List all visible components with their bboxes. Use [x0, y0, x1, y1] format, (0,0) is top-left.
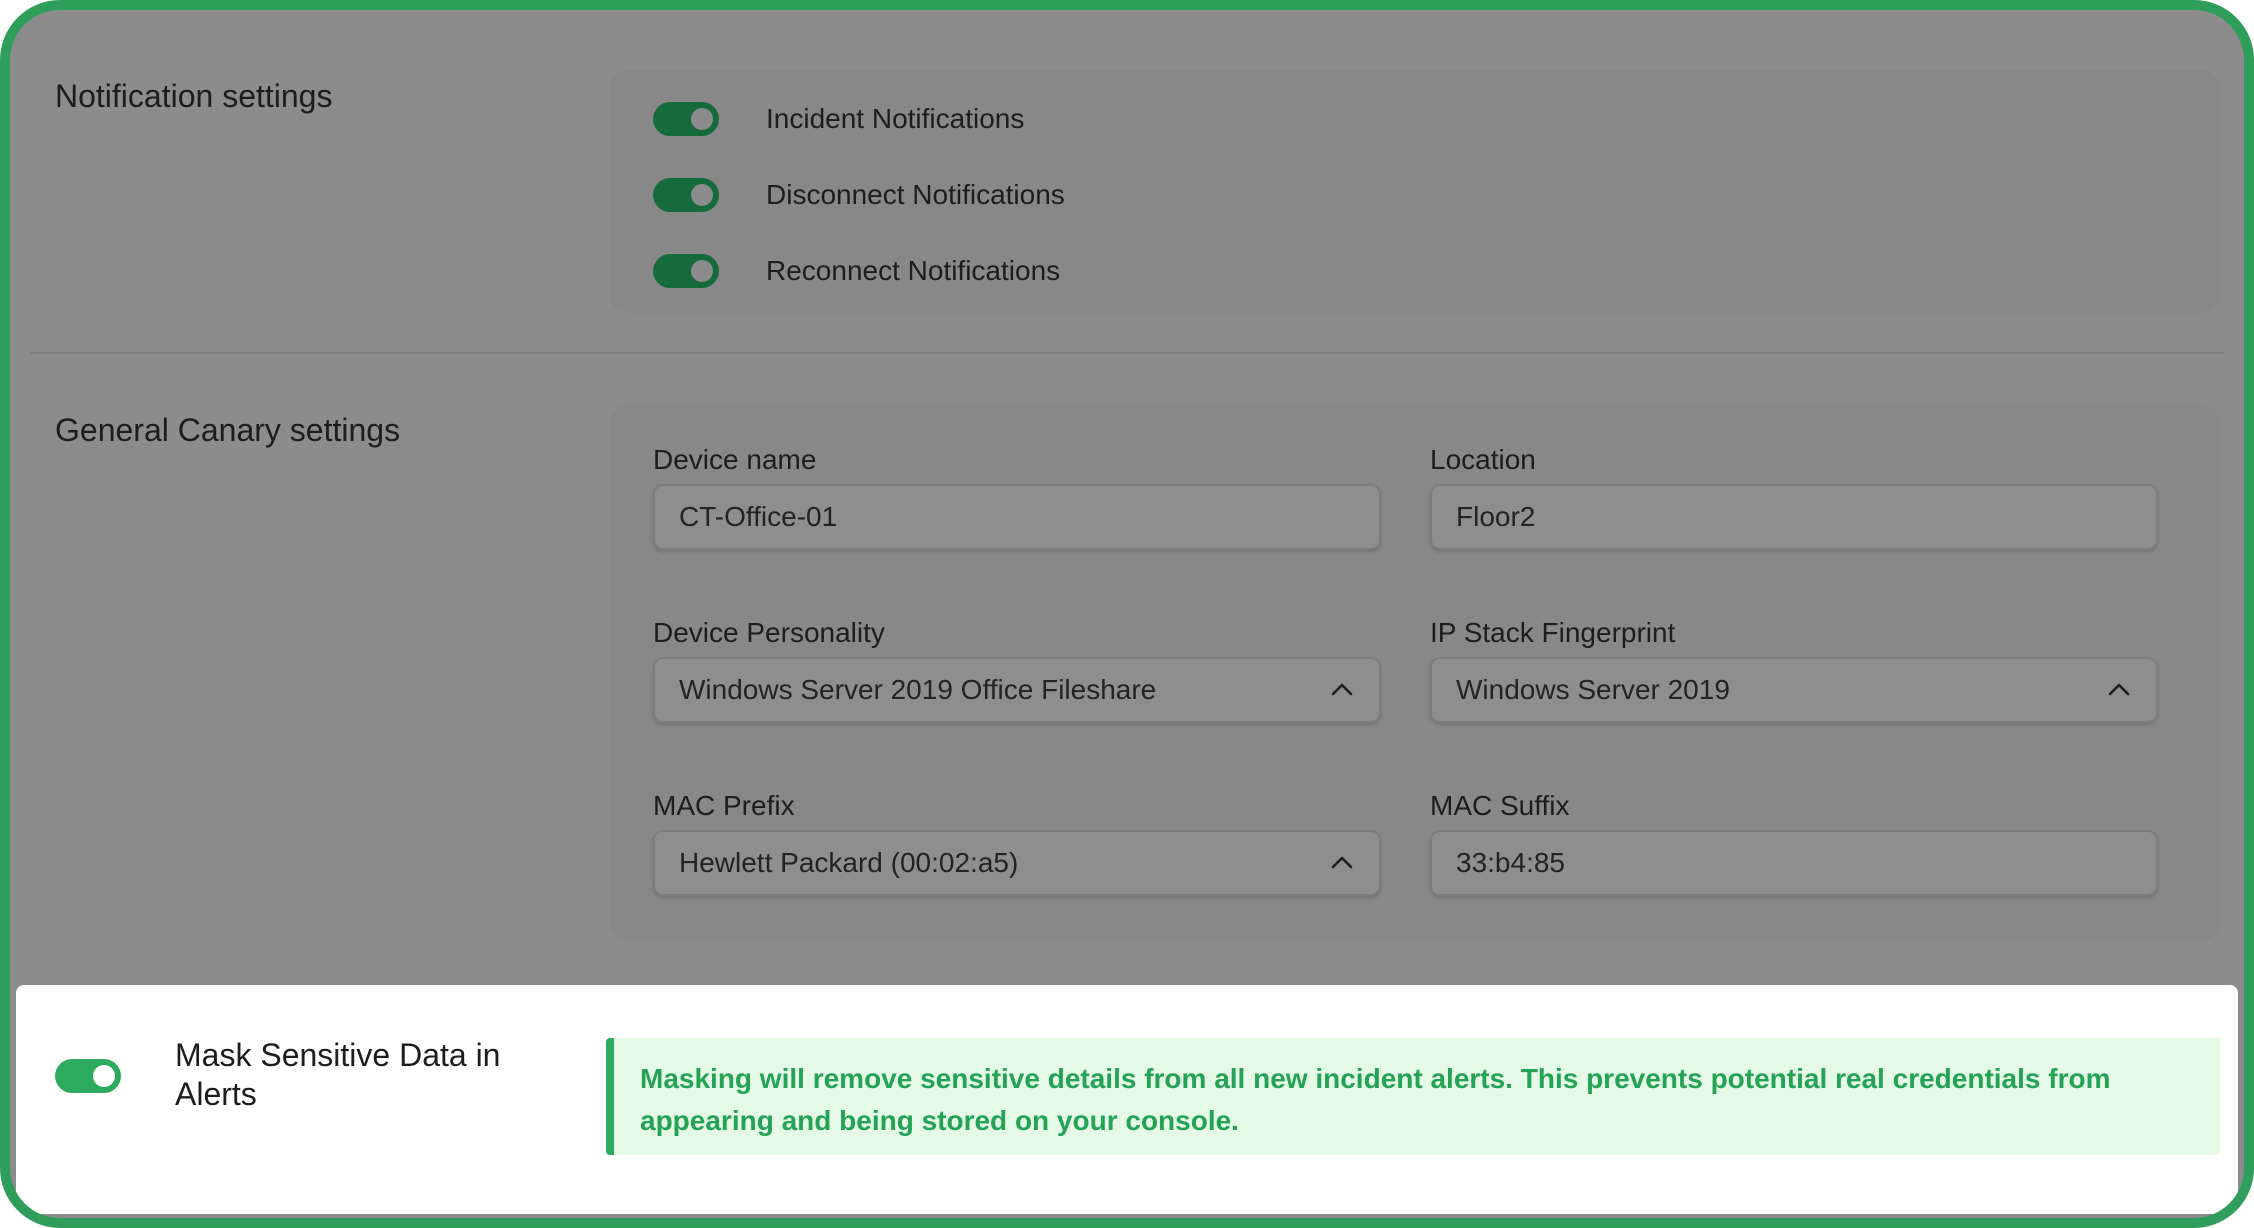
mac-prefix-label: MAC Prefix	[653, 790, 795, 821]
ip-stack-fingerprint-value: Windows Server 2019	[1456, 674, 1730, 705]
chevron-up-icon	[1331, 679, 1353, 701]
general-settings-title: General Canary settings	[55, 412, 401, 448]
device-personality-select[interactable]: Windows Server 2019 Office Fileshare	[653, 657, 1381, 723]
notification-settings-title: Notification settings	[55, 78, 333, 114]
app-frame: Notification settings Incident Notificat…	[0, 0, 2254, 1228]
incident-notifications-row: Incident Notifications	[653, 99, 1024, 139]
reconnect-notifications-toggle[interactable]	[653, 254, 719, 288]
toggle-knob	[691, 184, 713, 206]
disconnect-notifications-label: Disconnect Notifications	[766, 179, 1065, 210]
location-value: Floor2	[1456, 501, 1536, 532]
disconnect-notifications-toggle[interactable]	[653, 178, 719, 212]
incident-notifications-toggle[interactable]	[653, 102, 719, 136]
disconnect-notifications-row: Disconnect Notifications	[653, 175, 1065, 215]
ip-stack-fingerprint-label: IP Stack Fingerprint	[1430, 617, 1676, 648]
location-label: Location	[1430, 444, 1536, 475]
mask-info-callout: Masking will remove sensitive details fr…	[606, 1038, 2220, 1155]
device-personality-value: Windows Server 2019 Office Fileshare	[679, 674, 1157, 705]
toggle-knob	[691, 108, 713, 130]
chevron-up-icon	[2108, 679, 2130, 701]
reconnect-notifications-row: Reconnect Notifications	[653, 251, 1060, 291]
section-divider	[30, 352, 2224, 354]
device-name-value: CT-Office-01	[679, 501, 838, 532]
toggle-knob	[93, 1065, 115, 1087]
device-name-label: Device name	[653, 444, 817, 475]
reconnect-notifications-label: Reconnect Notifications	[766, 255, 1061, 286]
chevron-up-icon	[1331, 852, 1353, 874]
device-personality-label: Device Personality	[653, 617, 885, 648]
mac-prefix-select[interactable]: Hewlett Packard (00:02:a5)	[653, 830, 1381, 896]
toggle-knob	[691, 260, 713, 282]
mac-suffix-label: MAC Suffix	[1430, 790, 1570, 821]
ip-stack-fingerprint-select[interactable]: Windows Server 2019	[1430, 657, 2158, 723]
mac-prefix-value: Hewlett Packard (00:02:a5)	[679, 847, 1019, 878]
incident-notifications-label: Incident Notifications	[766, 103, 1025, 134]
mask-sensitive-toggle[interactable]	[55, 1059, 121, 1093]
mac-suffix-input[interactable]: 33:b4:85	[1430, 830, 2158, 896]
mask-sensitive-label: Mask Sensitive Data in Alerts	[175, 1037, 501, 1112]
mask-info-text: Masking will remove sensitive details fr…	[640, 1063, 2111, 1136]
location-input[interactable]: Floor2	[1430, 484, 2158, 550]
device-name-input[interactable]: CT-Office-01	[653, 484, 1381, 550]
mac-suffix-value: 33:b4:85	[1456, 847, 1565, 878]
